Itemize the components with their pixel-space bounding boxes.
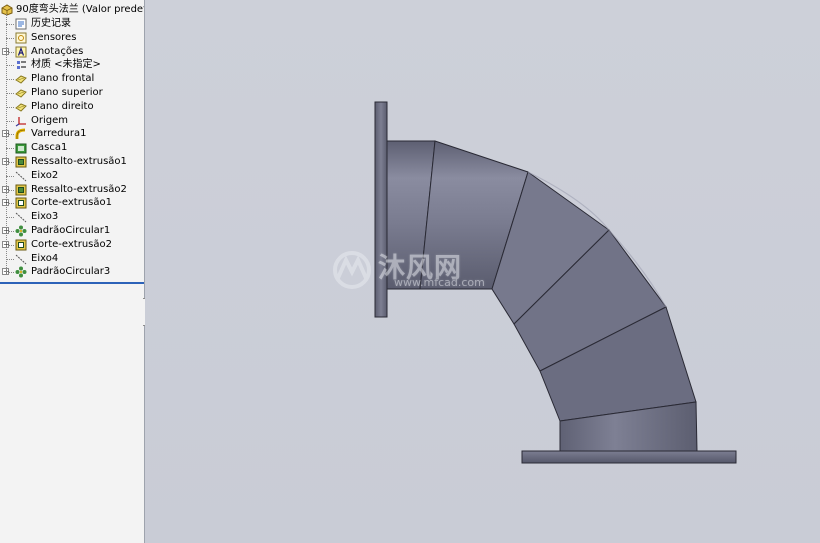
tree-root-label: 90度弯头法兰 (Valor predete — [16, 4, 145, 15]
pipe-elbow-body — [384, 140, 698, 452]
plane-icon — [15, 89, 27, 98]
tree-trunk-line — [6, 14, 7, 272]
plane-icon — [15, 75, 27, 84]
tree-item-label: Varredura1 — [31, 128, 87, 139]
tree-item-label: Casca1 — [31, 142, 68, 153]
axis-icon — [15, 212, 27, 223]
tree-item-label: 历史记录 — [31, 18, 71, 29]
rollback-bar[interactable] — [0, 282, 144, 284]
tree-connector — [6, 259, 14, 260]
tree-connector — [6, 93, 14, 94]
tree-connector — [6, 121, 14, 122]
extrude-boss-icon — [15, 184, 27, 196]
extrude-boss-icon — [15, 156, 27, 168]
part-icon — [1, 4, 13, 16]
circular-pattern-icon — [15, 266, 27, 278]
feature-manager-tree: 90度弯头法兰 (Valor predete 历史记录 Sensores + Anot… — [0, 0, 145, 543]
tree-item-label: Origem — [31, 115, 69, 126]
plane-icon — [15, 103, 27, 112]
axis-icon — [15, 254, 27, 265]
tree-connector — [6, 65, 14, 66]
axis-icon — [15, 171, 27, 182]
tree-item-label: Eixo4 — [31, 253, 59, 264]
tree-connector — [6, 148, 14, 149]
tree-item-label: Ressalto-extrusão2 — [31, 184, 127, 195]
annotations-icon — [15, 46, 27, 58]
graphics-viewport[interactable]: 沐风网 www.mfcad.com — [145, 0, 820, 543]
sensors-icon — [15, 32, 27, 44]
tree-item-label: Plano superior — [31, 87, 103, 98]
tree-item-label: Plano direito — [31, 101, 94, 112]
extrude-cut-icon — [15, 239, 27, 251]
tree-item-label: PadrãoCircular1 — [31, 225, 111, 236]
tree-item-label: PadrãoCircular3 — [31, 266, 111, 277]
tree-connector — [6, 79, 14, 80]
tree-connector — [6, 107, 14, 108]
tree-connector — [6, 38, 14, 39]
history-icon — [15, 18, 27, 30]
watermark-url: www.mfcad.com — [394, 276, 485, 289]
watermark: 沐风网 www.mfcad.com — [330, 246, 500, 294]
tree-connector — [6, 217, 14, 218]
tree-item-label: Sensores — [31, 32, 77, 43]
tree-item-label: Corte-extrusão2 — [31, 239, 112, 250]
tree-connector — [6, 24, 14, 25]
tree-item-label: Corte-extrusão1 — [31, 197, 112, 208]
shell-icon — [15, 143, 27, 154]
tree-item-label: Eixo2 — [31, 170, 59, 181]
tree-item-label: Eixo3 — [31, 211, 59, 222]
bottom-flange — [521, 450, 737, 464]
tree-connector — [6, 176, 14, 177]
extrude-cut-icon — [15, 197, 27, 209]
watermark-logo-icon — [333, 251, 371, 289]
tree-item-label: Ressalto-extrusão1 — [31, 156, 127, 167]
origin-icon — [15, 117, 26, 127]
tree-item-label: Anotações — [31, 46, 84, 57]
tree-item-label: 材质 <未指定> — [31, 59, 101, 70]
circular-pattern-icon — [15, 225, 27, 237]
material-icon — [17, 61, 26, 69]
tree-item-label: Plano frontal — [31, 73, 95, 84]
sweep-icon — [15, 128, 26, 139]
